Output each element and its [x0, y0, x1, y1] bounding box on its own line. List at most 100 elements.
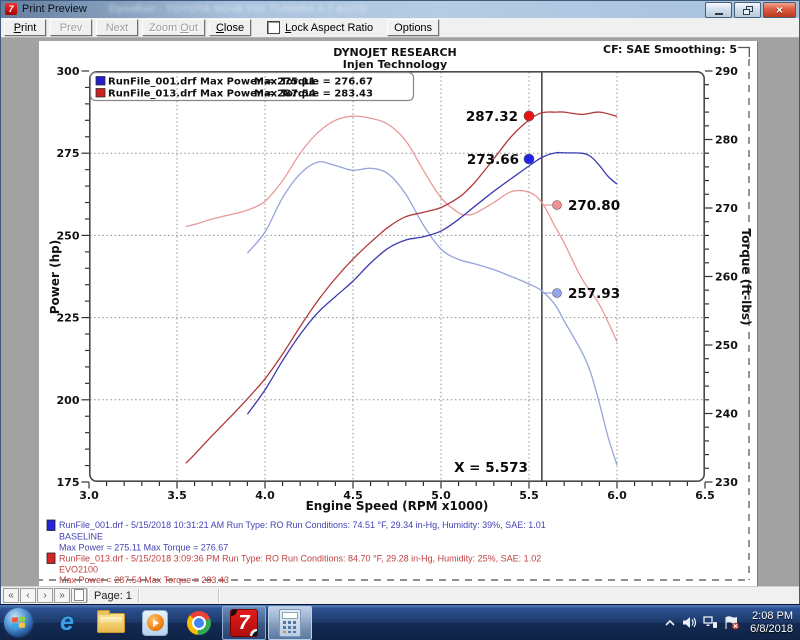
prev-page-button[interactable]: ‹ [20, 588, 36, 603]
x-axis-label: Engine Speed (RPM x1000) [306, 499, 489, 513]
svg-text:5.5: 5.5 [519, 489, 539, 502]
run-swatch [47, 520, 55, 531]
first-page-button[interactable]: « [3, 588, 19, 603]
svg-text:6.5: 6.5 [695, 489, 715, 502]
toolbar: PrintPrevNextZoom OutClose Lock Aspect Ra… [1, 18, 799, 38]
run2-max-values: Max Power = 287.54 Max Torque = 283.43 [59, 575, 229, 585]
chart-subtitle: Injen Technology [343, 58, 447, 71]
svg-text:3.5: 3.5 [167, 489, 187, 502]
taskbar-item-windows-explorer[interactable] [90, 607, 132, 639]
taskbar-item-calculator[interactable] [268, 606, 312, 640]
taskbar-item-internet-explorer[interactable]: e [46, 607, 88, 639]
cursor-x-label: X = 5.573 [454, 460, 528, 476]
svg-text:175: 175 [57, 476, 80, 489]
marker-dot-power_013 [524, 111, 534, 121]
next-button: Next [96, 19, 138, 36]
zoom-out-button: Zoom Out [142, 19, 205, 36]
statusbar: « ‹ › » Page: 1 [1, 586, 799, 604]
statusbar-separator [218, 589, 219, 602]
plot-frame [90, 72, 704, 481]
curve-torque_001 [247, 162, 617, 465]
marker-label-power-001: 273.66 [467, 152, 519, 168]
legend-swatch [96, 89, 105, 98]
lock-aspect-ratio-control[interactable]: Lock Aspect Ratio [267, 21, 373, 34]
screen: 7 Print Preview DynoRun - TOYOTA NOVA F0… [0, 0, 800, 640]
taskbar: e 7 [0, 604, 800, 640]
run-swatch [47, 553, 55, 564]
run1-max-values: Max Power = 275.11 Max Torque = 276.67 [59, 543, 228, 553]
marker-label-torque-001: 257.93 [568, 286, 620, 302]
winpep-app-icon: 7 [5, 3, 17, 15]
close-window-button[interactable]: × [763, 2, 796, 18]
close-button[interactable]: Close [209, 19, 251, 36]
action-center-flag-icon[interactable] [724, 616, 740, 630]
run2-name: EVO2100 [59, 565, 98, 575]
window-title-ghost: DynoRun - TOYOTA NOVA F02 TUNDRA 5.7 AUT… [109, 3, 367, 15]
page-setup-button[interactable] [71, 588, 87, 603]
hidden-icons-button[interactable] [664, 618, 676, 628]
window-title: Print Preview [22, 3, 87, 15]
gridlines [90, 72, 704, 481]
page-nav-buttons: « ‹ › » [3, 588, 88, 603]
restore-icon [743, 6, 753, 15]
margin-corner-mark [738, 48, 749, 58]
page-number-label: Page: 1 [94, 590, 132, 602]
svg-text:4.0: 4.0 [255, 489, 275, 502]
close-icon: × [776, 4, 783, 16]
volume-icon[interactable] [682, 616, 697, 629]
minimize-button[interactable] [705, 2, 732, 18]
print-preview-window: 7 Print Preview DynoRun - TOYOTA NOVA F0… [0, 0, 800, 605]
options-button[interactable]: Options [387, 19, 439, 36]
marker-dot-torque_013 [553, 201, 562, 210]
svg-text:290: 290 [715, 65, 738, 78]
svg-text:280: 280 [715, 134, 738, 147]
legend-run1-torque: Max Torque = 276.67 [254, 77, 373, 88]
calculator-icon [279, 609, 301, 637]
folder-icon [97, 613, 125, 633]
lock-aspect-ratio-label: Lock Aspect Ratio [285, 22, 373, 34]
chrome-icon [187, 611, 211, 635]
svg-text:240: 240 [715, 408, 738, 421]
correction-factor-label: CF: SAE Smoothing: 5 [603, 43, 737, 56]
tick-labels: 3002752502252001752902802702602502402303… [57, 65, 739, 502]
run1-name: BASELINE [59, 532, 103, 542]
prev-button: Prev [50, 19, 92, 36]
lock-aspect-ratio-checkbox[interactable] [267, 21, 280, 34]
svg-text:3.0: 3.0 [79, 489, 99, 502]
statusbar-separator [138, 589, 139, 602]
network-icon[interactable] [703, 616, 718, 629]
svg-text:300: 300 [57, 65, 80, 78]
svg-text:250: 250 [715, 339, 738, 352]
run1-conditions: RunFile_001.drf - 5/15/2018 10:31:21 AM … [59, 520, 546, 530]
svg-text:275: 275 [57, 147, 80, 160]
dyno-chart: 3002752502252001752902802702602502402303… [39, 41, 757, 589]
print-button[interactable]: Print [4, 19, 46, 36]
svg-text:6.0: 6.0 [607, 489, 627, 502]
axis-ticks [82, 71, 713, 489]
taskbar-clock[interactable]: 2:08 PM 6/8/2018 [750, 610, 793, 636]
dyno-curves [186, 112, 617, 465]
internet-explorer-icon: e [60, 610, 74, 635]
last-page-button[interactable]: » [54, 588, 70, 603]
legend-run2-torque: Max Torque = 283.43 [254, 89, 373, 100]
marker-dot-torque_001 [553, 289, 562, 298]
right-axis-label: Torque (ft-lbs) [739, 229, 753, 326]
media-player-icon [142, 610, 168, 636]
start-button[interactable] [4, 608, 33, 637]
statusbar-separator [87, 589, 88, 602]
taskbar-item-chrome[interactable] [178, 607, 220, 639]
restore-button[interactable] [734, 2, 761, 18]
taskbar-item-media-player[interactable] [134, 607, 176, 639]
titlebar[interactable]: 7 Print Preview DynoRun - TOYOTA NOVA F0… [1, 1, 799, 18]
taskbar-item-winpep-7[interactable]: 7 [222, 606, 266, 640]
clock-date: 6/8/2018 [750, 623, 793, 636]
svg-text:200: 200 [57, 394, 80, 407]
marker-label-power-013: 287.32 [466, 109, 518, 125]
curve-power_001 [247, 153, 617, 415]
left-axis-label: Power (hp) [48, 240, 62, 314]
marker-dot-power_001 [524, 154, 534, 164]
preview-page: 3002752502252001752902802702602502402303… [39, 41, 757, 589]
svg-text:270: 270 [715, 202, 738, 215]
svg-text:230: 230 [715, 476, 738, 489]
next-page-button[interactable]: › [37, 588, 53, 603]
